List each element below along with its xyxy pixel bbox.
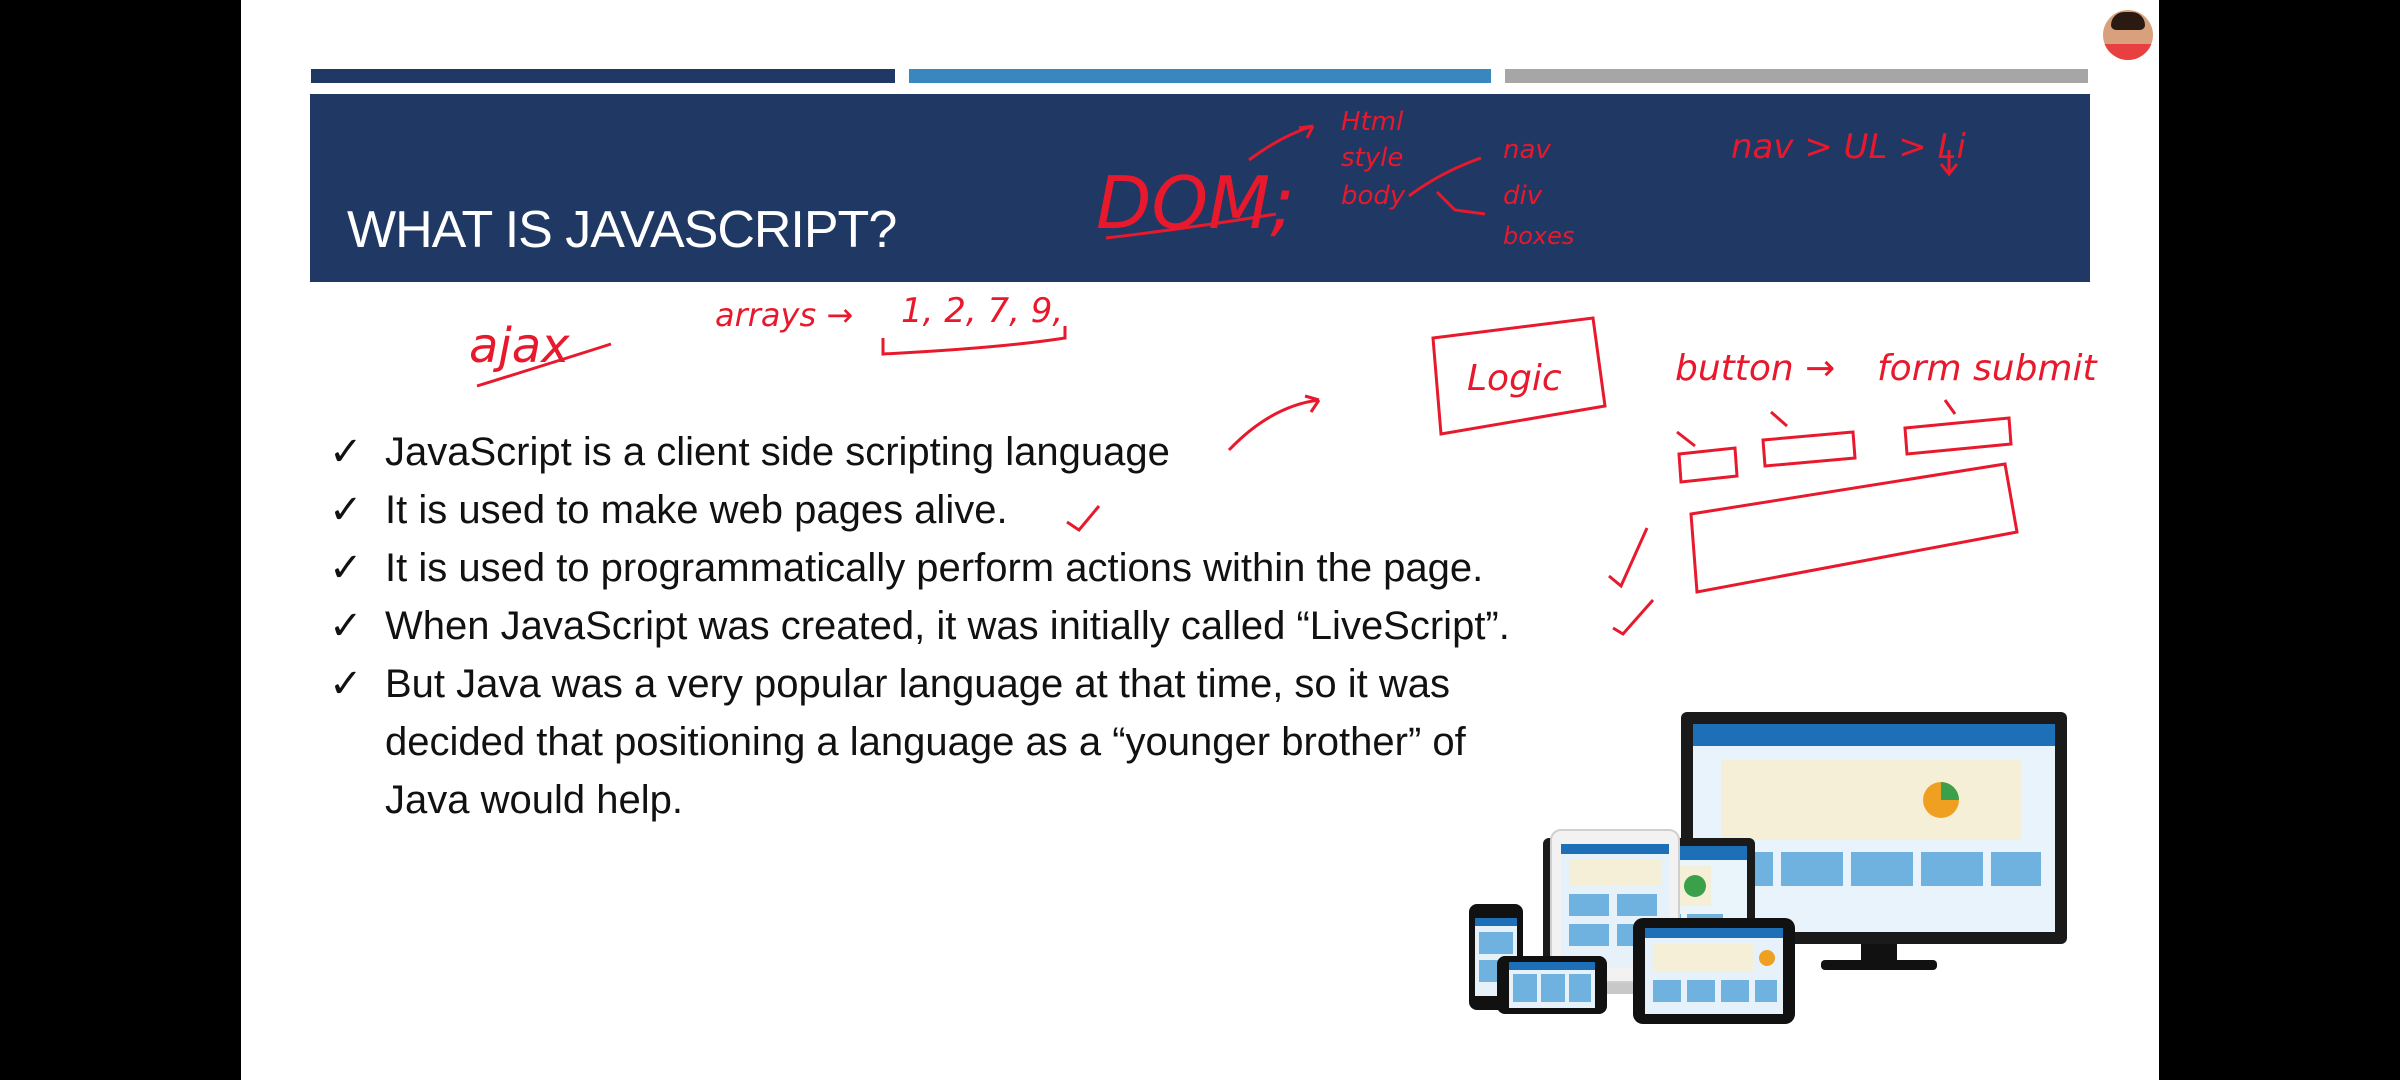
avatar-shirt bbox=[2103, 44, 2153, 60]
phone-landscape-image bbox=[1497, 956, 1607, 1014]
slide: WHAT IS JAVASCRIPT? ✓ JavaScript is a cli… bbox=[241, 0, 2159, 1080]
tablet-landscape-image bbox=[1633, 918, 1795, 1024]
devices-illustration bbox=[1469, 712, 2067, 1024]
presenter-webcam-avatar bbox=[2103, 10, 2153, 60]
avatar-hair bbox=[2111, 12, 2145, 30]
